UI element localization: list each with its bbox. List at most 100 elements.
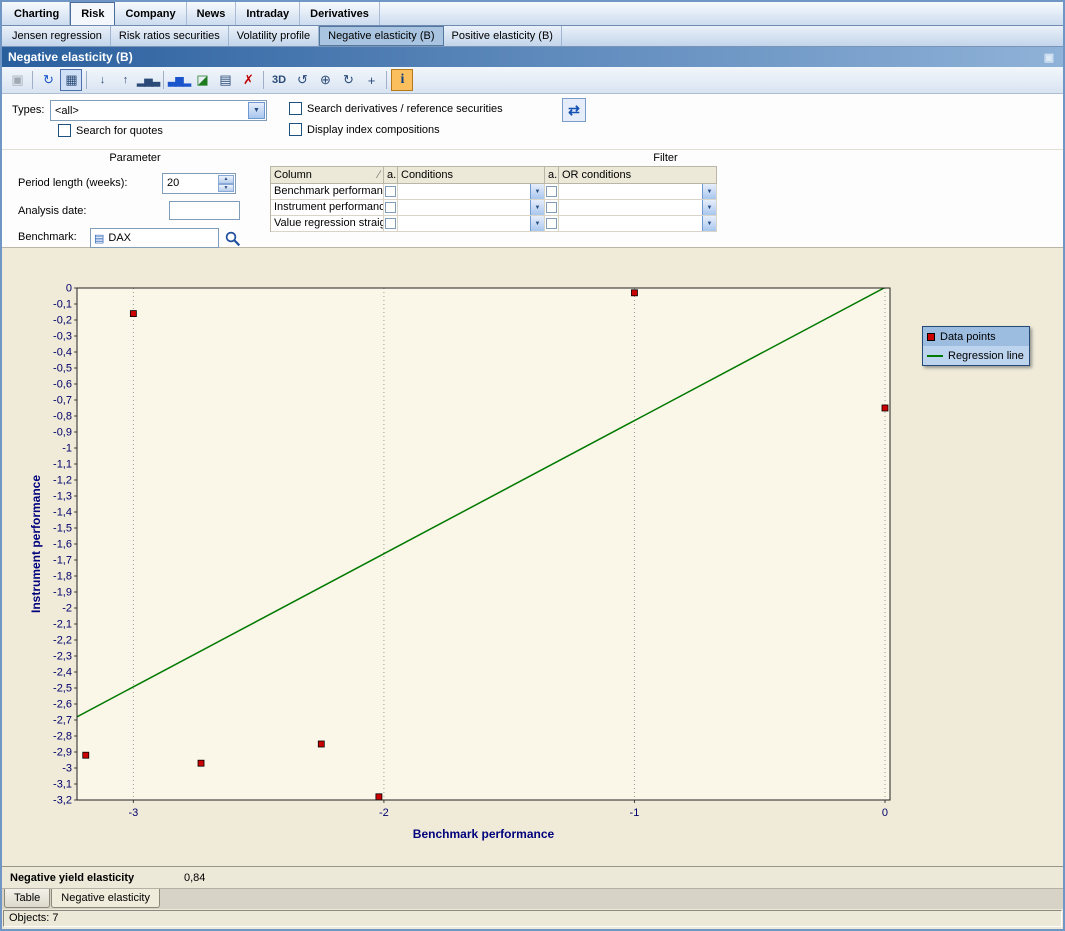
run-search-button[interactable]: ⇄ bbox=[562, 98, 586, 122]
svg-text:-1,2: -1,2 bbox=[53, 475, 72, 487]
tab-negative-elasticity[interactable]: Negative elasticity (B) bbox=[319, 26, 443, 46]
main-menu: Charting Risk Company News Intraday Deri… bbox=[2, 2, 1063, 26]
filter-header-or-conditions[interactable]: OR conditions bbox=[559, 167, 717, 184]
legend-label: Data points bbox=[940, 331, 996, 343]
toolbar-separator bbox=[163, 71, 164, 89]
chart-delete-icon[interactable]: ✗ bbox=[237, 69, 259, 91]
tab-table[interactable]: Table bbox=[4, 889, 50, 908]
refresh-icon[interactable]: ↻ bbox=[37, 69, 59, 91]
chevron-down-icon[interactable]: ▼ bbox=[702, 200, 716, 215]
toolbar-separator bbox=[263, 71, 264, 89]
display-index-checkbox[interactable] bbox=[289, 123, 302, 136]
svg-text:-0,9: -0,9 bbox=[53, 427, 72, 439]
sort-descending-icon[interactable]: ↓ bbox=[91, 69, 113, 91]
filter-row-label: Instrument performance bbox=[271, 200, 384, 216]
filter-row-label: Benchmark performance bbox=[271, 184, 384, 200]
spinner-down-icon[interactable]: ▼ bbox=[218, 184, 234, 193]
svg-text:-3,1: -3,1 bbox=[53, 779, 72, 791]
svg-text:-1: -1 bbox=[62, 443, 72, 455]
tab-positive-elasticity[interactable]: Positive elasticity (B) bbox=[444, 26, 562, 46]
conditions-combo[interactable]: ▼ bbox=[398, 184, 545, 200]
column-chart-icon[interactable]: ▃▆▂ bbox=[168, 69, 190, 91]
period-length-label: Period length (weeks): bbox=[18, 177, 127, 189]
tab-news[interactable]: News bbox=[187, 2, 237, 25]
conditions-combo[interactable]: ▼ bbox=[398, 216, 545, 232]
chart-report-icon[interactable]: ▤ bbox=[214, 69, 236, 91]
and-checkbox[interactable] bbox=[385, 202, 396, 213]
svg-text:-2,2: -2,2 bbox=[53, 635, 72, 647]
copy-icon[interactable]: ▣ bbox=[6, 69, 28, 91]
chart-panel: 0-0,1-0,2-0,3-0,4-0,5-0,6-0,7-0,8-0,9-1-… bbox=[2, 248, 1063, 866]
tab-company[interactable]: Company bbox=[115, 2, 186, 25]
rotate-icon[interactable]: ↺ bbox=[291, 69, 313, 91]
or-conditions-combo[interactable]: ▼ bbox=[559, 216, 717, 232]
chart-legend: Data points Regression line bbox=[922, 326, 1030, 366]
parameter-filter-panel: Parameter Filter Period length (weeks): … bbox=[2, 150, 1063, 248]
filter-header-conditions[interactable]: Conditions bbox=[398, 167, 545, 184]
or-conditions-combo[interactable]: ▼ bbox=[559, 200, 717, 216]
filter-header-column[interactable]: Column ∕ bbox=[271, 167, 384, 184]
chart-settings-icon[interactable]: ▦ bbox=[60, 69, 82, 91]
tab-negative-elasticity-view[interactable]: Negative elasticity bbox=[51, 889, 160, 908]
result-label: Negative yield elasticity bbox=[10, 872, 184, 884]
svg-text:-2: -2 bbox=[62, 603, 72, 615]
chevron-down-icon[interactable]: ▼ bbox=[530, 184, 544, 199]
axis-icon[interactable]: ⊕ bbox=[314, 69, 336, 91]
analysis-date-field[interactable] bbox=[169, 201, 240, 220]
chevron-down-icon[interactable]: ▼ bbox=[530, 200, 544, 215]
svg-text:Benchmark performance: Benchmark performance bbox=[413, 827, 555, 841]
benchmark-field[interactable]: ▤ DAX bbox=[90, 228, 219, 248]
and-checkbox[interactable] bbox=[385, 186, 396, 197]
add-icon[interactable]: + bbox=[360, 69, 382, 91]
histogram-icon[interactable]: ▂▅▃ bbox=[137, 69, 159, 91]
chevron-down-icon[interactable]: ▼ bbox=[702, 184, 716, 199]
benchmark-label: Benchmark: bbox=[18, 231, 77, 243]
panel-menu-icon[interactable]: ▣ bbox=[1041, 50, 1057, 64]
search-panel: Types: <all> ▼ Search derivatives / refe… bbox=[2, 94, 1063, 150]
legend-item-regression-line[interactable]: Regression line bbox=[923, 346, 1029, 365]
types-dropdown[interactable]: <all> ▼ bbox=[50, 100, 267, 121]
period-length-stepper[interactable]: 20 ▲ ▼ bbox=[162, 173, 236, 194]
chevron-down-icon[interactable]: ▼ bbox=[530, 216, 544, 231]
chevron-down-icon[interactable]: ▼ bbox=[248, 102, 265, 119]
chart-svg: 0-0,1-0,2-0,3-0,4-0,5-0,6-0,7-0,8-0,9-1-… bbox=[2, 248, 1063, 866]
toolbar-separator bbox=[386, 71, 387, 89]
info-icon[interactable]: i bbox=[391, 69, 413, 91]
types-label: Types: bbox=[12, 104, 44, 116]
search-icon[interactable] bbox=[224, 230, 242, 248]
display-index-label: Display index compositions bbox=[307, 124, 440, 136]
rotate-zoom-icon[interactable]: ↻ bbox=[337, 69, 359, 91]
tab-volatility-profile[interactable]: Volatility profile bbox=[229, 26, 319, 46]
threed-icon[interactable]: 3D bbox=[268, 69, 290, 91]
search-quotes-checkbox[interactable] bbox=[58, 124, 71, 137]
svg-text:-2,1: -2,1 bbox=[53, 619, 72, 631]
chevron-down-icon[interactable]: ▼ bbox=[702, 216, 716, 231]
and-checkbox[interactable] bbox=[385, 218, 396, 229]
filter-header-and2[interactable]: a. bbox=[545, 167, 559, 184]
filter-header-and1[interactable]: a. bbox=[384, 167, 398, 184]
svg-text:-0,1: -0,1 bbox=[53, 299, 72, 311]
result-value: 0,84 bbox=[184, 872, 205, 884]
tab-jensen-regression[interactable]: Jensen regression bbox=[4, 26, 111, 46]
area-chart-icon[interactable]: ◪ bbox=[191, 69, 213, 91]
tab-derivatives[interactable]: Derivatives bbox=[300, 2, 380, 25]
search-derivatives-checkbox[interactable] bbox=[289, 102, 302, 115]
svg-text:-0,3: -0,3 bbox=[53, 331, 72, 343]
tab-intraday[interactable]: Intraday bbox=[236, 2, 300, 25]
and-checkbox[interactable] bbox=[546, 202, 557, 213]
sort-ascending-icon[interactable]: ↑ bbox=[114, 69, 136, 91]
svg-text:-0,8: -0,8 bbox=[53, 411, 72, 423]
tab-risk-ratios-securities[interactable]: Risk ratios securities bbox=[111, 26, 229, 46]
tab-charting[interactable]: Charting bbox=[4, 2, 70, 25]
and-checkbox[interactable] bbox=[546, 186, 557, 197]
parameter-header: Parameter bbox=[2, 152, 268, 164]
svg-text:-2,6: -2,6 bbox=[53, 699, 72, 711]
tab-risk[interactable]: Risk bbox=[70, 2, 115, 25]
and-checkbox[interactable] bbox=[546, 218, 557, 229]
status-bar: Objects: 7 bbox=[2, 909, 1063, 929]
filter-cell bbox=[384, 184, 398, 200]
or-conditions-combo[interactable]: ▼ bbox=[559, 184, 717, 200]
conditions-combo[interactable]: ▼ bbox=[398, 200, 545, 216]
legend-item-data-points[interactable]: Data points bbox=[923, 327, 1029, 346]
spinner-up-icon[interactable]: ▲ bbox=[218, 175, 234, 184]
